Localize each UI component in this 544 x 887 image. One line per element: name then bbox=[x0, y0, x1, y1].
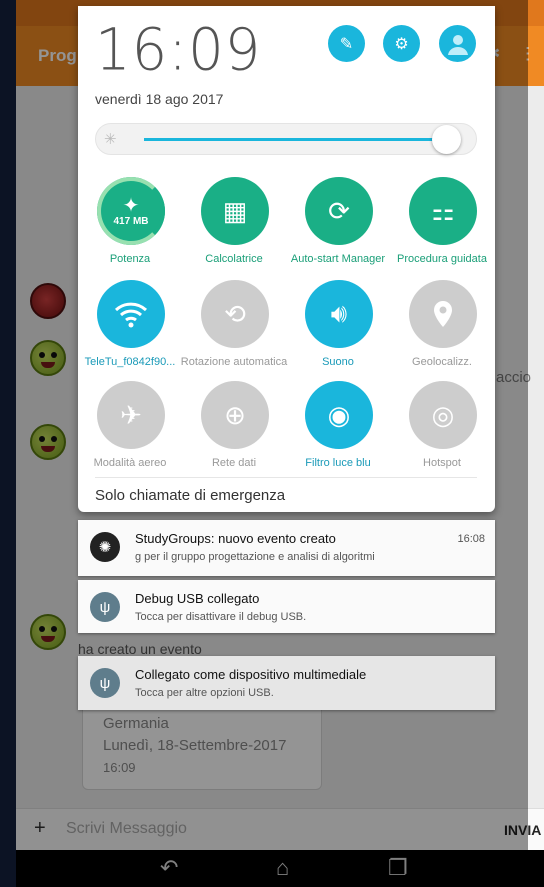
usb-icon: ψ bbox=[90, 668, 120, 698]
airplane-icon: ✈ bbox=[97, 381, 165, 449]
tile-label: TeleTu_f0842f90... bbox=[84, 356, 176, 368]
tile-rotazione[interactable]: ⟲ Rotazione automatica bbox=[180, 280, 288, 380]
notification-title: StudyGroups: nuovo evento creato bbox=[135, 531, 336, 546]
notification-title: Debug USB collegato bbox=[135, 591, 260, 606]
tile-wifi[interactable]: TeleTu_f0842f90... bbox=[78, 280, 182, 380]
notification-usb-media[interactable]: ψ Collegato come dispositivo multimedial… bbox=[78, 656, 495, 710]
tile-geolocalizzazione[interactable]: Geolocalizz. bbox=[390, 280, 494, 380]
tile-label: Hotspot bbox=[423, 457, 461, 469]
eye-icon: ◉ bbox=[305, 381, 373, 449]
notification-debug-usb[interactable]: ψ Debug USB collegato Tocca per disattiv… bbox=[78, 580, 495, 633]
profile-icon bbox=[447, 34, 468, 55]
sound-icon: 🔊︎ bbox=[305, 280, 373, 348]
memory-ring bbox=[97, 177, 165, 245]
tile-label: Rete dati bbox=[211, 457, 257, 469]
edit-button[interactable]: ✎ bbox=[328, 25, 365, 62]
divider bbox=[95, 477, 477, 478]
tile-label: Potenza bbox=[109, 253, 151, 265]
brightness-knob[interactable] bbox=[432, 125, 461, 154]
notification-title: Collegato come dispositivo multimediale bbox=[135, 667, 367, 682]
tile-label: Rotazione automatica bbox=[180, 356, 288, 368]
tile-suono[interactable]: 🔊︎ Suono bbox=[286, 280, 390, 380]
brightness-slider[interactable]: ✳ bbox=[95, 123, 477, 155]
tile-label: Calcolatrice bbox=[205, 253, 263, 265]
tile-label: Auto-start Manager bbox=[290, 253, 386, 265]
autostart-icon: ⟳ bbox=[305, 177, 373, 245]
tile-potenza[interactable]: ✦ 417 MB Potenza bbox=[78, 177, 182, 277]
date: venerdì 18 ago 2017 bbox=[95, 91, 224, 107]
tile-label: Suono bbox=[322, 356, 354, 368]
clock: 16:09 bbox=[95, 16, 262, 85]
rotation-icon: ⟲ bbox=[201, 280, 269, 348]
brightness-icon: ✳ bbox=[104, 131, 117, 148]
tile-label: Procedura guidata bbox=[397, 253, 487, 265]
wifi-icon bbox=[97, 280, 165, 348]
tile-label: Geolocalizz. bbox=[412, 356, 472, 368]
location-icon bbox=[409, 280, 477, 348]
tile-filtro-luce-blu[interactable]: ◉ Filtro luce blu bbox=[286, 381, 390, 481]
emergency-calls-text: Solo chiamate di emergenza bbox=[95, 487, 286, 504]
profile-button[interactable] bbox=[439, 25, 476, 62]
studygroups-app-icon: ✺ bbox=[90, 532, 120, 562]
calculator-icon: ▦ bbox=[201, 177, 269, 245]
notification-text: Tocca per disattivare il debug USB. bbox=[135, 611, 307, 623]
edit-icon: ✎ bbox=[339, 35, 354, 53]
tile-modalita-aereo[interactable]: ✈ Modalità aereo bbox=[78, 381, 182, 481]
tile-calcolatrice[interactable]: ▦ Calcolatrice bbox=[182, 177, 286, 277]
tile-procedura-guidata[interactable]: ⚏ Procedura guidata bbox=[390, 177, 494, 277]
usb-icon: ψ bbox=[90, 592, 120, 622]
tile-label: Modalità aereo bbox=[93, 457, 167, 469]
notification-text: Tocca per altre opzioni USB. bbox=[135, 687, 274, 699]
settings-button[interactable]: ⚙ bbox=[383, 25, 420, 62]
gear-icon: ⚙ bbox=[394, 35, 409, 53]
tile-label: Filtro luce blu bbox=[305, 457, 371, 469]
brightness-track bbox=[144, 138, 450, 141]
mixer-icon: ⚏ bbox=[409, 177, 477, 245]
quick-settings-panel: 16:09 venerdì 18 ago 2017 ✎ ⚙ ✳ ✦ 417 MB… bbox=[78, 6, 495, 512]
mobile-data-icon: ⊕ bbox=[201, 381, 269, 449]
tile-rete-dati[interactable]: ⊕ Rete dati bbox=[182, 381, 286, 481]
tile-hotspot[interactable]: ◎ Hotspot bbox=[390, 381, 494, 481]
notification-studygroups[interactable]: ✺ StudyGroups: nuovo evento creato g per… bbox=[78, 520, 495, 576]
hotspot-icon: ◎ bbox=[409, 381, 477, 449]
notification-time: 16:08 bbox=[457, 533, 485, 545]
tile-auto-start[interactable]: ⟳ Auto-start Manager bbox=[286, 177, 390, 277]
notification-text: g per il gruppo progettazione e analisi … bbox=[135, 551, 375, 563]
